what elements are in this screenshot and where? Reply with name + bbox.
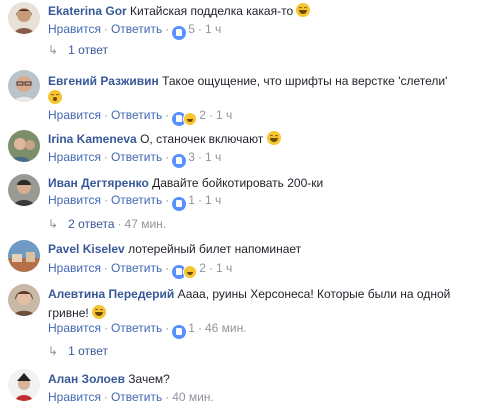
like-link[interactable]: Нравится bbox=[48, 108, 101, 122]
reaction-count[interactable]: 2 bbox=[199, 261, 206, 275]
comment-meta: Нравится · Ответить · 2 · 1 ч bbox=[48, 107, 232, 126]
reply-arrow-icon: ↳ bbox=[48, 43, 59, 57]
timestamp[interactable]: 40 мин. bbox=[172, 390, 214, 404]
reactions[interactable] bbox=[172, 263, 198, 279]
comment-text-line: Иван Дегтяренко Давайте бойкотировать 20… bbox=[48, 175, 471, 191]
reaction-count[interactable]: 1 bbox=[188, 321, 195, 335]
comment-meta: Нравится · Ответить · 2 · 1 ч bbox=[48, 260, 232, 279]
comment-text-line: Irina Kameneva О, станочек включают bbox=[48, 131, 471, 147]
like-reaction-icon bbox=[172, 196, 187, 211]
view-replies-link[interactable]: ↳ 1 ответ bbox=[48, 42, 108, 58]
comment-text: лотерейный билет напоминает bbox=[128, 242, 302, 256]
author-name[interactable]: Irina Kameneva bbox=[48, 132, 137, 146]
reply-link[interactable]: Ответить bbox=[111, 108, 162, 122]
wow-emoji-icon bbox=[48, 90, 62, 104]
reply-link[interactable]: Ответить bbox=[111, 193, 162, 207]
like-reaction-icon bbox=[172, 324, 187, 339]
comment-meta: Нравится · Ответить · 40 мин. bbox=[48, 390, 214, 404]
grin-emoji-icon bbox=[266, 131, 281, 145]
reactions[interactable] bbox=[172, 323, 187, 339]
avatar[interactable] bbox=[8, 174, 40, 206]
comment-text-line: гривне! bbox=[48, 305, 471, 321]
author-name[interactable]: Ekaterina Gor bbox=[48, 4, 127, 18]
reactions[interactable] bbox=[172, 195, 187, 211]
comment-text-line: Евгений Разживин Такое ощущение, что шри… bbox=[48, 73, 471, 89]
comment-meta: Нравится · Ответить · 5 · 1 ч bbox=[48, 21, 221, 40]
avatar[interactable] bbox=[8, 70, 40, 102]
author-name[interactable]: Евгений Разживин bbox=[48, 74, 159, 88]
reply-link[interactable]: Ответить bbox=[111, 261, 162, 275]
author-name[interactable]: Алевтина Передерий bbox=[48, 287, 174, 301]
comment-text-line bbox=[48, 90, 471, 106]
like-link[interactable]: Нравится bbox=[48, 22, 101, 36]
timestamp[interactable]: 1 ч bbox=[216, 108, 232, 122]
comment-meta: Нравится · Ответить · 1 · 1 ч bbox=[48, 192, 221, 211]
avatar[interactable] bbox=[8, 2, 40, 34]
author-name[interactable]: Иван Дегтяренко bbox=[48, 176, 149, 190]
reply-link[interactable]: Ответить bbox=[111, 22, 162, 36]
view-replies-link[interactable]: ↳ 1 ответ bbox=[48, 343, 108, 359]
avatar[interactable] bbox=[8, 240, 40, 272]
like-link[interactable]: Нравится bbox=[48, 321, 101, 335]
comment-text-line: Pavel Kiselev лотерейный билет напоминае… bbox=[48, 241, 471, 257]
haha-reaction-icon bbox=[183, 111, 198, 126]
avatar[interactable] bbox=[8, 369, 40, 401]
view-replies-link[interactable]: ↳ 2 ответа · 47 мин. bbox=[48, 216, 166, 232]
comment-text: Такое ощущение, что шрифты на верстке 'с… bbox=[162, 74, 448, 88]
reactions[interactable] bbox=[172, 110, 198, 126]
reaction-count[interactable]: 1 bbox=[188, 193, 195, 207]
author-name[interactable]: Pavel Kiselev bbox=[48, 242, 125, 256]
reaction-count[interactable]: 2 bbox=[199, 108, 206, 122]
comment-text-line: Ekaterina Gor Китайская подделка какая-т… bbox=[48, 3, 471, 19]
comment-text-continued: гривне! bbox=[48, 306, 89, 320]
avatar[interactable] bbox=[8, 284, 40, 316]
reply-link[interactable]: Ответить bbox=[111, 321, 162, 335]
like-link[interactable]: Нравится bbox=[48, 390, 101, 404]
haha-reaction-icon bbox=[183, 264, 198, 279]
comment-meta: Нравится · Ответить · 1 · 46 мин. bbox=[48, 320, 247, 339]
reply-arrow-icon: ↳ bbox=[48, 217, 59, 231]
reply-link[interactable]: Ответить bbox=[111, 150, 162, 164]
timestamp[interactable]: 1 ч bbox=[205, 22, 221, 36]
reactions[interactable] bbox=[172, 152, 187, 168]
author-name[interactable]: Алан Золоев bbox=[48, 372, 125, 386]
grin-emoji-icon bbox=[92, 305, 107, 319]
comment-text-line: Алевтина Передерий Аааа, руины Херсонеса… bbox=[48, 286, 471, 302]
comment-meta: Нравится · Ответить · 3 · 1 ч bbox=[48, 149, 221, 168]
comment-text: Давайте бойкотировать 200-ки bbox=[152, 176, 324, 190]
replies-count[interactable]: 1 ответ bbox=[68, 344, 108, 358]
grin-emoji-icon bbox=[296, 3, 311, 17]
replies-count[interactable]: 2 ответа bbox=[68, 217, 114, 231]
comment-text-line: Алан Золоев Зачем? bbox=[48, 371, 471, 387]
comment-text: Китайская подделка какая-то bbox=[130, 4, 294, 18]
comment-text: Аааа, руины Херсонеса! Которые были на о… bbox=[177, 287, 451, 301]
replies-time[interactable]: 47 мин. bbox=[125, 217, 167, 231]
like-link[interactable]: Нравится bbox=[48, 150, 101, 164]
comment-text: О, станочек включают bbox=[140, 132, 264, 146]
like-reaction-icon bbox=[172, 25, 187, 40]
like-link[interactable]: Нравится bbox=[48, 261, 101, 275]
comment-text: Зачем? bbox=[128, 372, 170, 386]
reaction-count[interactable]: 3 bbox=[188, 150, 195, 164]
reactions[interactable] bbox=[172, 24, 187, 40]
reply-arrow-icon: ↳ bbox=[48, 344, 59, 358]
avatar[interactable] bbox=[8, 130, 40, 162]
timestamp[interactable]: 1 ч bbox=[205, 150, 221, 164]
like-reaction-icon bbox=[172, 153, 187, 168]
replies-count[interactable]: 1 ответ bbox=[68, 43, 108, 57]
timestamp[interactable]: 1 ч bbox=[205, 193, 221, 207]
reaction-count[interactable]: 5 bbox=[188, 22, 195, 36]
timestamp[interactable]: 1 ч bbox=[216, 261, 232, 275]
like-link[interactable]: Нравится bbox=[48, 193, 101, 207]
reply-link[interactable]: Ответить bbox=[111, 390, 162, 404]
timestamp[interactable]: 46 мин. bbox=[205, 321, 247, 335]
